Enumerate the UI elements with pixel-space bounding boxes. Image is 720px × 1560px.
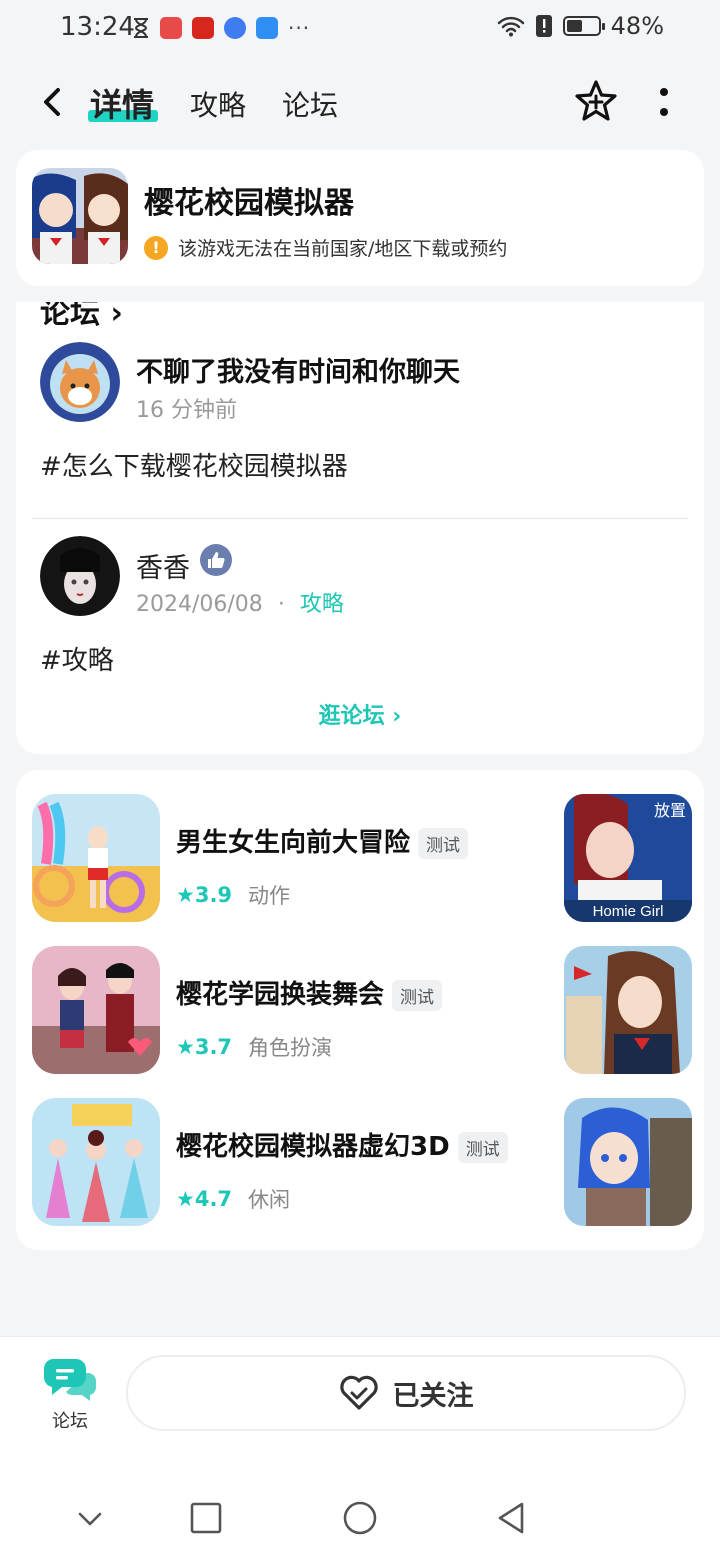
screenshot-thumbnail[interactable]: [564, 1098, 692, 1226]
screenshot-thumbnail[interactable]: Homie Girl 放置: [564, 794, 692, 922]
game-icon: [32, 1098, 160, 1226]
more-notifications-icon: ···: [288, 16, 311, 40]
red-shop-app-icon: [192, 17, 214, 39]
battery-percent: 48%: [610, 12, 664, 40]
recommendations-section: 男生女生向前大冒险 测试 ★3.9 动作 Homie Girl 放置 樱花学园换…: [16, 770, 704, 1250]
genre-label: 休闲: [248, 1188, 291, 1212]
post-meta: 2024/06/08 · 攻略: [136, 586, 344, 618]
home-circle-icon[interactable]: [342, 1500, 378, 1536]
recommended-game[interactable]: 樱花学园换装舞会 测试 ★3.7 角色扮演: [16, 946, 704, 1074]
tab-details[interactable]: 详情: [90, 80, 154, 126]
top-nav: 详情 攻略 论坛: [0, 62, 720, 142]
game-info-card[interactable]: 樱花校园模拟器 ! 该游戏无法在当前国家/地区下载或预约: [16, 150, 704, 286]
forum-post[interactable]: 不聊了我没有时间和你聊天 16 分钟前 #怎么下载樱花校园模拟器: [16, 302, 704, 502]
system-status: 48%: [497, 12, 664, 40]
status-bar: 13:24 ··· 48%: [0, 0, 720, 58]
recommended-game-meta: ★4.7 休闲: [176, 1184, 290, 1214]
recommended-game-meta: ★3.7 角色扮演: [176, 1032, 332, 1062]
tab-forum[interactable]: 论坛: [282, 84, 338, 124]
beta-badge: 测试: [392, 980, 443, 1011]
follow-button[interactable]: 已关注: [126, 1355, 686, 1431]
beta-badge: 测试: [457, 1132, 508, 1163]
recommended-game-title[interactable]: 樱花校园模拟器虚幻3D 测试: [176, 1126, 508, 1163]
forum-post[interactable]: 香香 2024/06/08 · 攻略 #攻略: [16, 518, 704, 688]
post-author[interactable]: 不聊了我没有时间和你聊天: [136, 350, 460, 389]
rating-score: ★3.9: [176, 883, 233, 907]
forum-shortcut-button[interactable]: 论坛: [38, 1355, 102, 1435]
genre-label: 动作: [248, 884, 291, 908]
recommended-game-title[interactable]: 樱花学园换装舞会 测试: [176, 974, 443, 1011]
region-notice-text: 该游戏无法在当前国家/地区下载或预约: [178, 238, 508, 260]
rating-score: ★3.7: [176, 1035, 233, 1059]
sim-alert-icon: [535, 15, 552, 37]
avatar[interactable]: [40, 342, 120, 422]
game-icon: [32, 794, 160, 922]
chevron-down-icon[interactable]: [72, 1500, 108, 1536]
warning-info-icon: !: [144, 235, 168, 260]
forum-shortcut-label: 论坛: [52, 1411, 88, 1432]
browse-forum-link[interactable]: 逛论坛 ›: [16, 698, 704, 730]
meta-separator: ·: [277, 592, 285, 617]
recommended-game-meta: ★3.9 动作: [176, 880, 290, 910]
favorite-star-icon[interactable]: [572, 78, 620, 126]
avatar[interactable]: [40, 536, 120, 616]
status-time: 13:24: [60, 12, 135, 42]
recommended-game-name: 男生女生向前大冒险: [176, 828, 411, 858]
wifi-icon: [497, 16, 524, 37]
browser-app-icon: [224, 17, 246, 39]
screenshot-thumbnail[interactable]: [564, 946, 692, 1074]
genre-label: 角色扮演: [248, 1036, 333, 1060]
red-book-app-icon: [160, 17, 182, 39]
game-icon: [32, 946, 160, 1074]
thumbnail-corner-label: 放置: [654, 801, 686, 820]
heart-check-icon: [339, 1375, 378, 1410]
post-date: 2024/06/08: [136, 592, 263, 617]
post-body[interactable]: #怎么下载樱花校园模拟器: [40, 446, 348, 483]
recent-apps-icon[interactable]: [188, 1500, 224, 1536]
beta-badge: 测试: [418, 828, 469, 859]
tab-guides[interactable]: 攻略: [190, 84, 246, 124]
battery-icon: [562, 16, 605, 36]
rating-score: ★4.7: [176, 1187, 233, 1211]
thumbs-up-badge-icon: [200, 544, 232, 576]
hourglass-icon: [134, 18, 148, 38]
back-triangle-icon[interactable]: [494, 1500, 530, 1536]
follow-button-label: 已关注: [392, 1380, 474, 1412]
post-body[interactable]: #攻略: [40, 640, 114, 677]
recommended-game-title[interactable]: 男生女生向前大冒险 测试: [176, 822, 469, 859]
app-page: 13:24 ··· 48% 详情 攻略 论坛 樱花校园模拟器 ! 该游戏无法在当…: [0, 0, 720, 1560]
post-category-tag[interactable]: 攻略: [300, 592, 344, 617]
game-icon: [32, 168, 128, 264]
notification-icons: ···: [132, 16, 310, 40]
system-navigation-bar: [0, 1456, 720, 1560]
forum-chat-icon: [43, 1359, 97, 1401]
recommended-game[interactable]: 男生女生向前大冒险 测试 ★3.9 动作 Homie Girl 放置: [16, 794, 704, 922]
thumbnail-caption: Homie Girl: [593, 903, 664, 920]
region-notice: ! 该游戏无法在当前国家/地区下载或预约: [144, 234, 507, 261]
game-title: 樱花校园模拟器: [144, 186, 354, 221]
bottom-action-bar: 论坛 已关注: [0, 1336, 720, 1456]
recommended-game[interactable]: 樱花校园模拟器虚幻3D 测试 ★4.7 休闲: [16, 1098, 704, 1226]
more-options-icon[interactable]: [648, 80, 680, 124]
post-time: 16 分钟前: [136, 398, 237, 423]
recommended-game-name: 樱花校园模拟器虚幻3D: [176, 1132, 450, 1162]
weather-app-icon: [256, 17, 278, 39]
post-author[interactable]: 香香: [136, 546, 190, 585]
forum-section: 论坛 › 不聊了我没有时间和你聊天 16 分钟前 #怎么下载樱花校园模拟器 香香…: [16, 302, 704, 754]
recommended-game-name: 樱花学园换装舞会: [176, 980, 385, 1010]
back-arrow-icon[interactable]: [34, 78, 70, 126]
